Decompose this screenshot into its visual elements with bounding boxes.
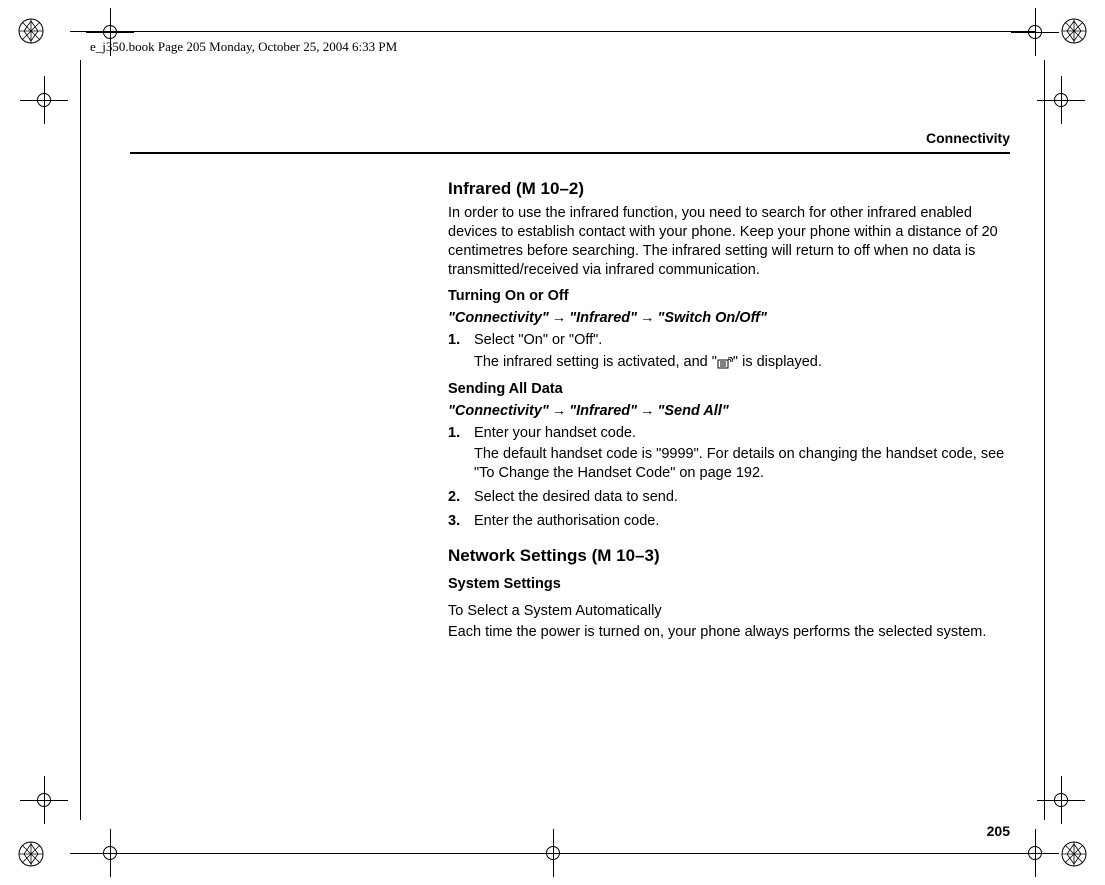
step-number: 1. xyxy=(448,331,460,350)
turning-subheading: Turning On or Off xyxy=(448,287,1010,306)
nav-path-seg: "Connectivity" xyxy=(448,403,549,419)
infrared-icon xyxy=(717,356,733,368)
reg-mark-br xyxy=(1061,841,1087,867)
step-text: Select the desired data to send. xyxy=(474,489,678,505)
crop-mark xyxy=(24,780,64,820)
auto-select-title: To Select a System Automatically xyxy=(448,602,1010,621)
header-meta: e_j350.book Page 205 Monday, October 25,… xyxy=(90,39,397,55)
sending-subheading: Sending All Data xyxy=(448,380,1010,399)
list-item: 2. Select the desired data to send. xyxy=(448,488,1010,507)
network-subheading: System Settings xyxy=(448,575,1010,594)
nav-path-seg: "Switch On/Off" xyxy=(658,310,767,326)
reg-mark-bl xyxy=(18,841,44,867)
infrared-intro: In order to use the infrared function, y… xyxy=(448,204,1010,279)
list-item: 1. Enter your handset code. The default … xyxy=(448,424,1010,484)
sending-nav-path: "Connectivity"→"Infrared"→"Send All" xyxy=(448,402,1010,421)
infrared-heading: Infrared (M 10–2) xyxy=(448,178,1010,200)
nav-path-seg: "Infrared" xyxy=(569,403,637,419)
frame-line xyxy=(80,60,81,820)
step-number: 3. xyxy=(448,512,460,531)
reg-mark-tr xyxy=(1061,18,1087,44)
step-number: 2. xyxy=(448,488,460,507)
reg-mark-tl xyxy=(18,18,44,44)
step-text: Enter the authorisation code. xyxy=(474,513,659,529)
crop-mark xyxy=(1041,80,1081,120)
section-label: Connectivity xyxy=(130,130,1010,154)
step-text: Select "On" or "Off". xyxy=(474,332,602,348)
step-note: The infrared setting is activated, and "… xyxy=(474,353,1010,372)
page-content: Connectivity Infrared (M 10–2) In order … xyxy=(130,130,1010,649)
page-number: 205 xyxy=(987,823,1010,839)
list-item: 1. Select "On" or "Off". The infrared se… xyxy=(448,331,1010,372)
frame-line xyxy=(70,31,1035,32)
step-text: Enter your handset code. xyxy=(474,425,636,441)
crop-mark xyxy=(1041,780,1081,820)
step-number: 1. xyxy=(448,424,460,443)
network-heading: Network Settings (M 10–3) xyxy=(448,545,1010,567)
list-item: 3. Enter the authorisation code. xyxy=(448,512,1010,531)
step-note: The default handset code is "9999". For … xyxy=(474,445,1010,483)
nav-path-seg: "Infrared" xyxy=(569,310,637,326)
nav-path-seg: "Send All" xyxy=(658,403,729,419)
frame-line xyxy=(1044,60,1045,820)
frame-line xyxy=(70,853,1035,854)
auto-select-text: Each time the power is turned on, your p… xyxy=(448,623,1010,642)
crop-mark xyxy=(24,80,64,120)
nav-path-seg: "Connectivity" xyxy=(448,310,549,326)
crop-mark xyxy=(1015,12,1055,52)
turning-nav-path: "Connectivity"→"Infrared"→"Switch On/Off… xyxy=(448,309,1010,328)
